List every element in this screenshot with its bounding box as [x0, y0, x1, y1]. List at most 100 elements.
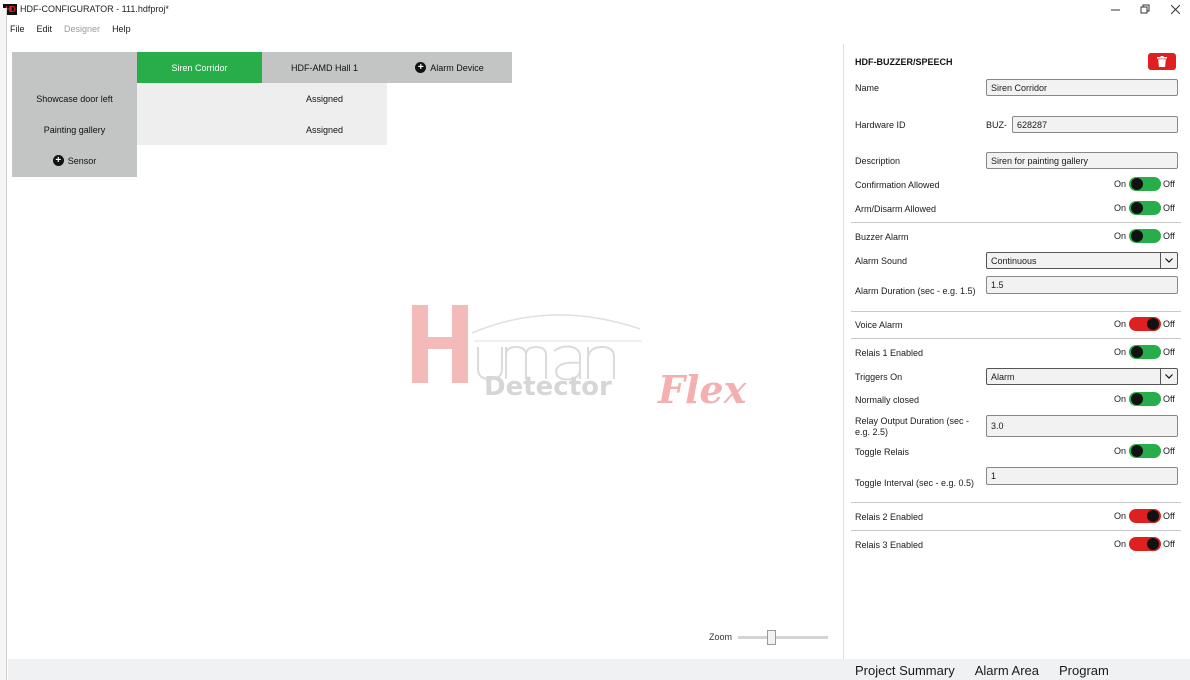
name-field[interactable]: Siren Corridor	[986, 79, 1178, 96]
row-header-showcase-door-left[interactable]: Showcase door left	[12, 83, 137, 114]
toggle-on-label: On	[1114, 347, 1127, 357]
hardware-id-prefix: BUZ-	[986, 120, 1007, 130]
trash-icon	[1157, 56, 1167, 67]
divider	[851, 311, 1181, 312]
human-detector-flex-logo: Detector Flex	[412, 305, 748, 412]
plus-circle-icon: +	[415, 62, 427, 73]
toggle-off-label: Off	[1163, 179, 1175, 189]
toggle-switch[interactable]	[1129, 509, 1162, 523]
name-label: Name	[855, 83, 880, 93]
window-left-border	[0, 8, 7, 680]
row-header-painting-gallery[interactable]: Painting gallery	[12, 114, 137, 145]
relay-output-duration-label-2: e.g. 2.5)	[855, 427, 889, 437]
divider	[851, 222, 1181, 223]
add-alarm-device-label: Alarm Device	[430, 62, 484, 73]
column-header-siren-corridor[interactable]: Siren Corridor	[137, 52, 262, 83]
arm-disarm-allowed-toggle[interactable]: On Off	[1114, 201, 1175, 215]
relay-output-duration-field[interactable]: 3.0	[986, 415, 1178, 437]
toggle-switch[interactable]	[1129, 229, 1162, 243]
bottom-tabs: Project Summary Alarm Area Program	[855, 663, 1129, 678]
toggle-switch[interactable]	[1129, 537, 1162, 551]
svg-text:Flex: Flex	[657, 367, 748, 412]
toggle-switch[interactable]	[1129, 392, 1162, 406]
toggle-switch[interactable]	[1129, 201, 1162, 215]
window-title: HDF-CONFIGURATOR - 111.hdfproj*	[20, 4, 169, 14]
toggle-off-label: Off	[1163, 394, 1175, 404]
triggers-on-label: Triggers On	[855, 372, 903, 382]
matrix-cell[interactable]	[137, 83, 262, 114]
matrix-cell[interactable]	[137, 114, 262, 145]
minimize-button[interactable]	[1100, 0, 1130, 18]
svg-text:Detector: Detector	[484, 372, 612, 402]
relais-2-enabled-label: Relais 2 Enabled	[855, 512, 924, 522]
triggers-on-select[interactable]: Alarm	[986, 368, 1178, 385]
title-bar: HD HDF-CONFIGURATOR - 111.hdfproj*	[0, 0, 1190, 18]
panel-title: HDF-BUZZER/SPEECH	[855, 57, 953, 67]
relais-2-enabled-toggle[interactable]: On Off	[1114, 509, 1175, 523]
menu-help[interactable]: Help	[106, 24, 137, 34]
close-button[interactable]	[1160, 0, 1190, 18]
toggle-on-label: On	[1114, 394, 1127, 404]
toggle-off-label: Off	[1163, 511, 1175, 521]
delete-button[interactable]	[1148, 53, 1176, 70]
toggle-switch[interactable]	[1129, 177, 1162, 191]
toggle-on-label: On	[1114, 511, 1127, 521]
alarm-duration-label: Alarm Duration (sec - e.g. 1.5)	[855, 286, 976, 296]
buzzer-alarm-label: Buzzer Alarm	[855, 232, 909, 242]
restore-button[interactable]	[1130, 0, 1160, 18]
zoom-slider-thumb[interactable]	[767, 629, 777, 645]
confirmation-allowed-toggle[interactable]: On Off	[1114, 177, 1175, 191]
toggle-switch[interactable]	[1129, 317, 1162, 331]
chevron-down-icon[interactable]	[1160, 369, 1177, 384]
toggle-off-label: Off	[1163, 203, 1175, 213]
arm-disarm-allowed-label: Arm/Disarm Allowed	[855, 204, 937, 214]
tab-project-summary[interactable]: Project Summary	[855, 663, 955, 678]
menu-edit[interactable]: Edit	[31, 24, 59, 34]
relais-1-enabled-toggle[interactable]: On Off	[1114, 345, 1175, 359]
toggle-off-label: Off	[1163, 231, 1175, 241]
toggle-on-label: On	[1114, 539, 1127, 549]
zoom-slider[interactable]	[738, 629, 829, 645]
zoom-control: Zoom	[709, 629, 829, 645]
alarm-duration-field[interactable]: 1.5	[986, 276, 1178, 294]
menu-file[interactable]: File	[4, 24, 31, 34]
toggle-off-label: Off	[1163, 347, 1175, 357]
toggle-switch[interactable]	[1129, 444, 1162, 458]
add-sensor-button[interactable]: + Sensor	[12, 145, 137, 176]
toggle-relais-toggle[interactable]: On Off	[1114, 444, 1175, 458]
menu-bar: File Edit Designer Help	[0, 20, 137, 38]
toggle-switch[interactable]	[1129, 345, 1162, 359]
relais-1-enabled-label: Relais 1 Enabled	[855, 348, 924, 358]
alarm-sound-select[interactable]: Continuous	[986, 252, 1178, 269]
confirmation-allowed-label: Confirmation Allowed	[855, 180, 940, 190]
relais-3-enabled-toggle[interactable]: On Off	[1114, 537, 1175, 551]
normally-closed-label: Normally closed	[855, 395, 920, 405]
voice-alarm-label: Voice Alarm	[855, 320, 903, 330]
tab-program[interactable]: Program	[1059, 663, 1109, 678]
divider	[851, 338, 1181, 339]
column-header-hdf-amd-hall-1[interactable]: HDF-AMD Hall 1	[262, 52, 387, 83]
toggle-on-label: On	[1114, 179, 1127, 189]
divider	[851, 530, 1181, 531]
relay-output-duration-label: Relay Output Duration (sec -	[855, 416, 970, 426]
alarm-sound-value: Continuous	[991, 255, 1037, 266]
voice-alarm-toggle[interactable]: On Off	[1114, 317, 1175, 331]
chevron-down-icon[interactable]	[1160, 253, 1177, 268]
toggle-interval-field[interactable]: 1	[986, 467, 1178, 485]
normally-closed-toggle[interactable]: On Off	[1114, 392, 1175, 406]
matrix-cell-assigned[interactable]: Assigned	[262, 114, 387, 145]
toggle-interval-label: Toggle Interval (sec - e.g. 0.5)	[855, 478, 975, 488]
matrix-cell-assigned[interactable]: Assigned	[262, 83, 387, 114]
menu-designer: Designer	[64, 24, 101, 34]
description-field[interactable]: Siren for painting gallery	[986, 152, 1178, 169]
zoom-label: Zoom	[709, 632, 733, 642]
plus-circle-icon: +	[52, 155, 64, 166]
divider	[851, 502, 1181, 503]
add-alarm-device-button[interactable]: + Alarm Device	[387, 52, 512, 83]
hardware-id-field[interactable]: 628287	[1012, 116, 1178, 133]
tab-alarm-area[interactable]: Alarm Area	[975, 663, 1039, 678]
toggle-on-label: On	[1114, 446, 1127, 456]
toggle-relais-label: Toggle Relais	[855, 447, 910, 457]
toggle-on-label: On	[1114, 203, 1127, 213]
buzzer-alarm-toggle[interactable]: On Off	[1114, 229, 1175, 243]
